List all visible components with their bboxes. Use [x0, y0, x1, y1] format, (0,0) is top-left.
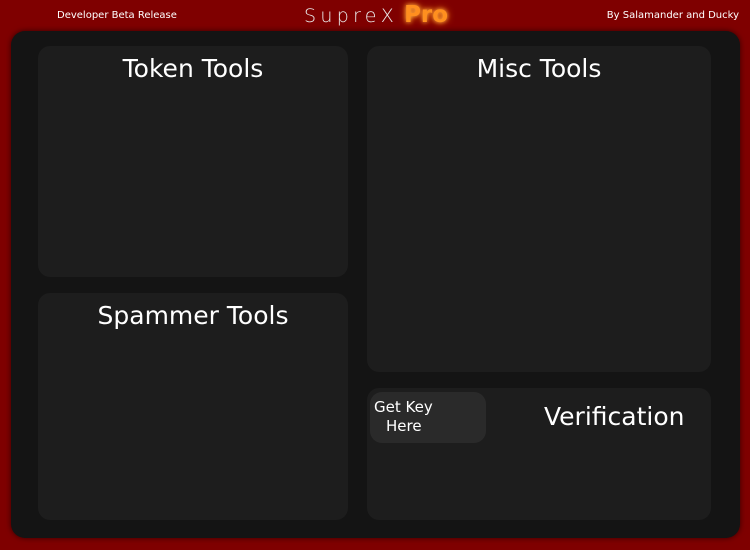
title-bar: Developer Beta Release SupreX Pro By Sal…: [0, 0, 750, 30]
spammer-tools-title: Spammer Tools: [97, 301, 289, 330]
app-brand: SupreX Pro: [304, 2, 448, 30]
release-label: Developer Beta Release: [57, 10, 177, 21]
brand-name: SupreX: [304, 5, 399, 27]
credits-label: By Salamander and Ducky: [606, 10, 739, 21]
get-key-button[interactable]: Get Key Here: [370, 392, 486, 443]
misc-tools-panel: Misc Tools: [367, 46, 711, 372]
token-tools-title: Token Tools: [122, 54, 264, 83]
token-tools-panel: Token Tools: [38, 46, 348, 277]
verification-panel: Get Key Here Verification: [367, 388, 711, 520]
verification-title: Verification: [544, 402, 685, 431]
misc-tools-title: Misc Tools: [476, 54, 602, 83]
get-key-label-line-2: Here: [386, 417, 422, 435]
brand-pro-badge: Pro: [404, 2, 449, 28]
spammer-tools-panel: Spammer Tools: [38, 293, 348, 520]
main-window: Token Tools Spammer Tools Misc Tools Get…: [11, 31, 740, 538]
get-key-label-line-1: Get Key: [374, 398, 433, 416]
